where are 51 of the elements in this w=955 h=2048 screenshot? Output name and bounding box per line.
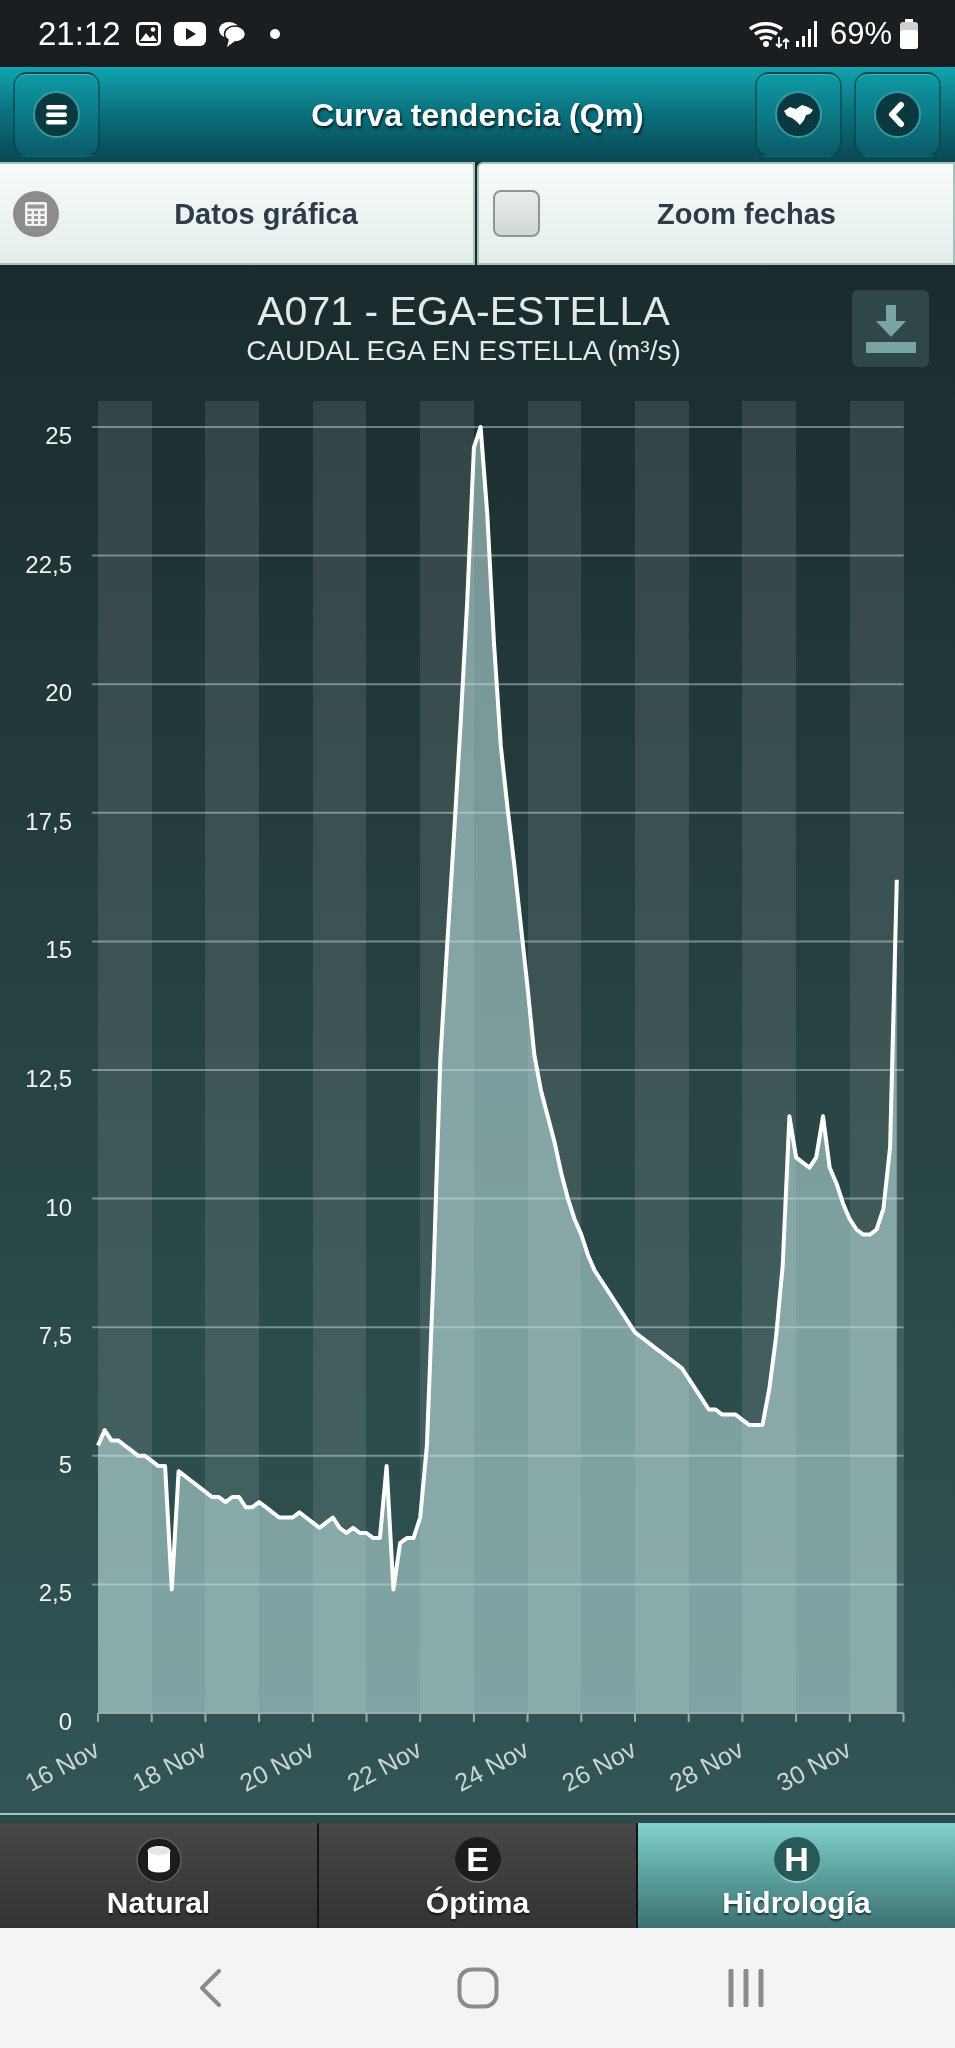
- axis-label: 26 Nov: [557, 1734, 641, 1797]
- axis-label: 16 Nov: [20, 1734, 104, 1797]
- axis-label: 24 Nov: [449, 1734, 533, 1797]
- axis-label: 30 Nov: [772, 1734, 856, 1797]
- notification-dot-icon: [269, 28, 280, 39]
- chart-subtitle: CAUDAL EGA EN ESTELLA (m³/s): [245, 334, 682, 368]
- screen-title: Curva tendencia (Qm): [310, 95, 645, 135]
- axis-label: 17,5: [25, 807, 72, 835]
- chart-title: A071 - EGA-ESTELLA: [256, 288, 671, 334]
- axis-label: 20 Nov: [235, 1734, 319, 1797]
- map-button[interactable]: [755, 72, 842, 157]
- tab[interactable]: Natural: [0, 1823, 319, 1928]
- axis-label: 20: [45, 679, 72, 707]
- axis-label: 22,5: [25, 550, 72, 578]
- axis-label: 18 Nov: [127, 1734, 211, 1797]
- axis-label: 28 Nov: [664, 1734, 748, 1797]
- tab[interactable]: E Óptima: [319, 1823, 638, 1928]
- chat-bubbles-icon: [217, 20, 247, 47]
- cylinder-icon: [135, 1837, 182, 1883]
- axis-label: 7,5: [38, 1322, 72, 1350]
- axis-label: 22 Nov: [342, 1734, 426, 1797]
- back-button[interactable]: [854, 72, 941, 157]
- back-icon: [874, 91, 921, 138]
- letter-badge: E: [454, 1837, 501, 1883]
- signal-icon: [795, 20, 818, 47]
- map-icon: [775, 91, 822, 138]
- battery-icon: [900, 18, 918, 49]
- menu-icon: [33, 91, 80, 138]
- axis-label: 12,5: [25, 1065, 72, 1092]
- axis-label: 0: [58, 1708, 72, 1735]
- axis-label: 15: [45, 936, 72, 964]
- status-time: 21:12: [38, 13, 121, 54]
- axis-label: 10: [45, 1193, 72, 1221]
- axis-label: 2,5: [38, 1579, 72, 1607]
- recent-apps-icon: [727, 1969, 764, 2007]
- chart-data-button[interactable]: Datos gráfica: [0, 162, 475, 265]
- menu-button[interactable]: [13, 72, 100, 157]
- axis-label: 25: [45, 422, 72, 449]
- home-icon: [456, 1967, 499, 2009]
- back-icon: [197, 1969, 222, 2007]
- checkbox[interactable]: [493, 190, 540, 237]
- calculator-icon: [13, 190, 59, 237]
- battery-percent: 69%: [829, 14, 892, 53]
- tab[interactable]: H Hidrología: [638, 1823, 955, 1928]
- image-icon: [135, 21, 161, 46]
- axis-label: 5: [58, 1450, 72, 1478]
- download-icon: [865, 304, 916, 353]
- letter-badge: H: [773, 1837, 820, 1883]
- download-button[interactable]: [852, 290, 929, 367]
- video-play-icon: [173, 21, 206, 46]
- zoom-toggle-button[interactable]: Zoom fechas: [477, 162, 955, 265]
